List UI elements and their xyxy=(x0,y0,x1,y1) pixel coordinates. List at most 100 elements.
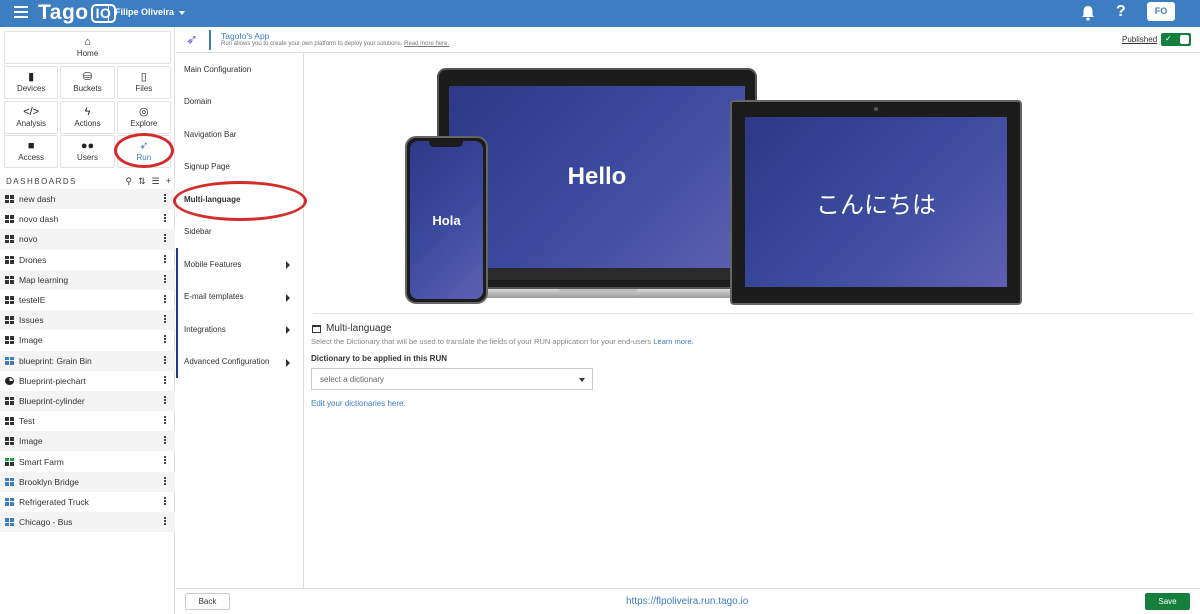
list-item[interactable]: Image xyxy=(0,431,175,452)
list-item[interactable]: Drones xyxy=(0,250,175,270)
more-icon[interactable] xyxy=(164,294,166,304)
dashboard-icon xyxy=(5,296,14,305)
add-icon[interactable]: + xyxy=(166,176,171,187)
bus-icon xyxy=(5,518,14,527)
menu-item-domain[interactable]: Domain xyxy=(176,86,303,119)
read-more-link[interactable]: Read more here. xyxy=(404,41,449,47)
account-selector[interactable]: Filipe Oliveira xyxy=(115,7,186,17)
dashboard-icon xyxy=(5,275,14,284)
list-item[interactable]: Brooklyn Bridge xyxy=(0,471,175,492)
nav-analysis-button[interactable]: </> Analysis xyxy=(4,101,59,134)
more-icon[interactable] xyxy=(164,234,166,243)
main-content: Hello こんにちは Hola Multi-language Select t… xyxy=(305,53,1200,588)
dashboard-icon xyxy=(5,195,14,204)
home-icon: ⌂ xyxy=(84,36,91,48)
pie-chart-icon xyxy=(5,376,14,385)
dashboard-icon xyxy=(5,316,14,325)
menu-item-main-configuration[interactable]: Main Configuration xyxy=(176,53,303,86)
logo[interactable]: Tago IO xyxy=(38,1,117,25)
more-icon[interactable] xyxy=(164,496,166,506)
compass-icon: ◎ xyxy=(139,106,149,118)
nav-buckets-button[interactable]: ⛁ Buckets xyxy=(60,66,115,99)
list-icon[interactable]: ☰ xyxy=(152,176,160,187)
more-icon[interactable] xyxy=(164,456,166,465)
more-icon[interactable] xyxy=(164,476,166,486)
menu-item-mobile-features[interactable]: Mobile Features xyxy=(176,248,303,281)
list-item[interactable]: Smart Farm xyxy=(0,451,175,471)
more-icon[interactable] xyxy=(164,274,166,284)
top-bar: Tago IO Filipe Oliveira ? FO xyxy=(0,0,1200,27)
chevron-right-icon xyxy=(286,293,290,302)
list-item[interactable]: Refrigerated Truck xyxy=(0,492,175,512)
window-icon xyxy=(312,324,321,333)
edit-dictionaries-link[interactable]: Edit your dictionaries here. xyxy=(311,399,406,408)
help-icon[interactable]: ? xyxy=(1116,3,1126,21)
list-item[interactable]: Map learning xyxy=(0,269,175,290)
run-settings-menu: Main Configuration Domain Navigation Bar… xyxy=(176,53,304,588)
save-button[interactable]: Save xyxy=(1145,593,1190,610)
menu-item-email-templates[interactable]: E-mail templates xyxy=(176,280,303,313)
published-toggle[interactable]: ✓ xyxy=(1161,33,1191,46)
nav-users-button[interactable]: ●● Users xyxy=(60,135,115,168)
bell-icon[interactable] xyxy=(1081,5,1095,21)
app-title: TagoIo's App xyxy=(221,31,270,41)
menu-item-integrations[interactable]: Integrations xyxy=(176,313,303,346)
more-icon[interactable] xyxy=(164,517,166,526)
divider xyxy=(313,313,1193,314)
menu-item-advanced-configuration[interactable]: Advanced Configuration xyxy=(176,345,303,378)
run-url-link[interactable]: https://flpoliveira.run.tago.io xyxy=(626,596,748,607)
list-item[interactable]: Blueprint-cylinder xyxy=(0,390,175,412)
tablet-screen-text: こんにちは xyxy=(745,117,1007,287)
list-item[interactable]: testeIE xyxy=(0,290,175,310)
divider xyxy=(209,30,211,50)
list-item[interactable]: Test xyxy=(0,411,175,431)
back-button[interactable]: Back xyxy=(185,593,230,610)
nav-devices-button[interactable]: ▮ Devices xyxy=(4,66,59,99)
list-item[interactable]: blueprint: Grain Bin xyxy=(0,350,175,371)
more-icon[interactable] xyxy=(164,194,166,203)
more-icon[interactable] xyxy=(164,355,166,365)
nav-home-button[interactable]: ⌂ Home xyxy=(4,31,171,64)
sort-icon[interactable]: ⇅ xyxy=(138,176,146,187)
rocket-icon: ➶ xyxy=(186,31,198,47)
list-item[interactable]: Blueprint-piechart xyxy=(0,371,175,391)
highlight-annotation xyxy=(173,181,307,221)
more-icon[interactable] xyxy=(164,335,166,344)
nav-explore-button[interactable]: ◎ Explore xyxy=(116,101,171,134)
more-icon[interactable] xyxy=(164,436,166,445)
list-item[interactable]: Image xyxy=(0,330,175,350)
users-icon: ●● xyxy=(80,140,95,152)
highlight-annotation xyxy=(114,133,174,168)
app-header: ➶ TagoIo's App Run allows you to create … xyxy=(176,27,1200,53)
list-item[interactable]: novo dash xyxy=(0,209,175,229)
list-item[interactable]: Chicago - Bus xyxy=(0,512,175,533)
more-icon[interactable] xyxy=(164,375,166,385)
nav-files-button[interactable]: ▯ Files xyxy=(116,66,171,99)
chevron-down-icon xyxy=(179,10,186,15)
more-icon[interactable] xyxy=(164,254,166,264)
menu-item-signup-page[interactable]: Signup Page xyxy=(176,151,303,184)
learn-more-link[interactable]: Learn more. xyxy=(653,337,693,346)
search-icon[interactable]: ⚲ xyxy=(126,176,133,187)
phone-screen-text: Hola xyxy=(410,141,483,299)
dashboard-icon xyxy=(5,396,14,405)
list-item[interactable]: novo xyxy=(0,229,175,250)
dashboard-icon xyxy=(5,235,14,244)
file-icon: ▯ xyxy=(140,71,147,83)
more-icon[interactable] xyxy=(164,214,166,223)
dashboard-icon xyxy=(5,437,14,446)
more-icon[interactable] xyxy=(164,395,166,405)
list-item[interactable]: Issues xyxy=(0,310,175,331)
dashboard-list: new dash novo dash novo Drones Map learn… xyxy=(0,189,175,533)
more-icon[interactable] xyxy=(164,416,166,425)
list-item[interactable]: new dash xyxy=(0,189,175,210)
menu-item-navigation-bar[interactable]: Navigation Bar xyxy=(176,118,303,151)
nav-actions-button[interactable]: ϟ Actions xyxy=(60,101,115,134)
dictionary-select[interactable]: select a dictionary xyxy=(311,368,593,390)
code-icon: </> xyxy=(23,106,40,118)
nav-access-button[interactable]: ■ Access xyxy=(4,135,59,168)
menu-icon[interactable] xyxy=(14,6,28,18)
caret-down-icon xyxy=(579,378,585,382)
more-icon[interactable] xyxy=(164,315,166,324)
avatar[interactable]: FO xyxy=(1147,2,1175,21)
